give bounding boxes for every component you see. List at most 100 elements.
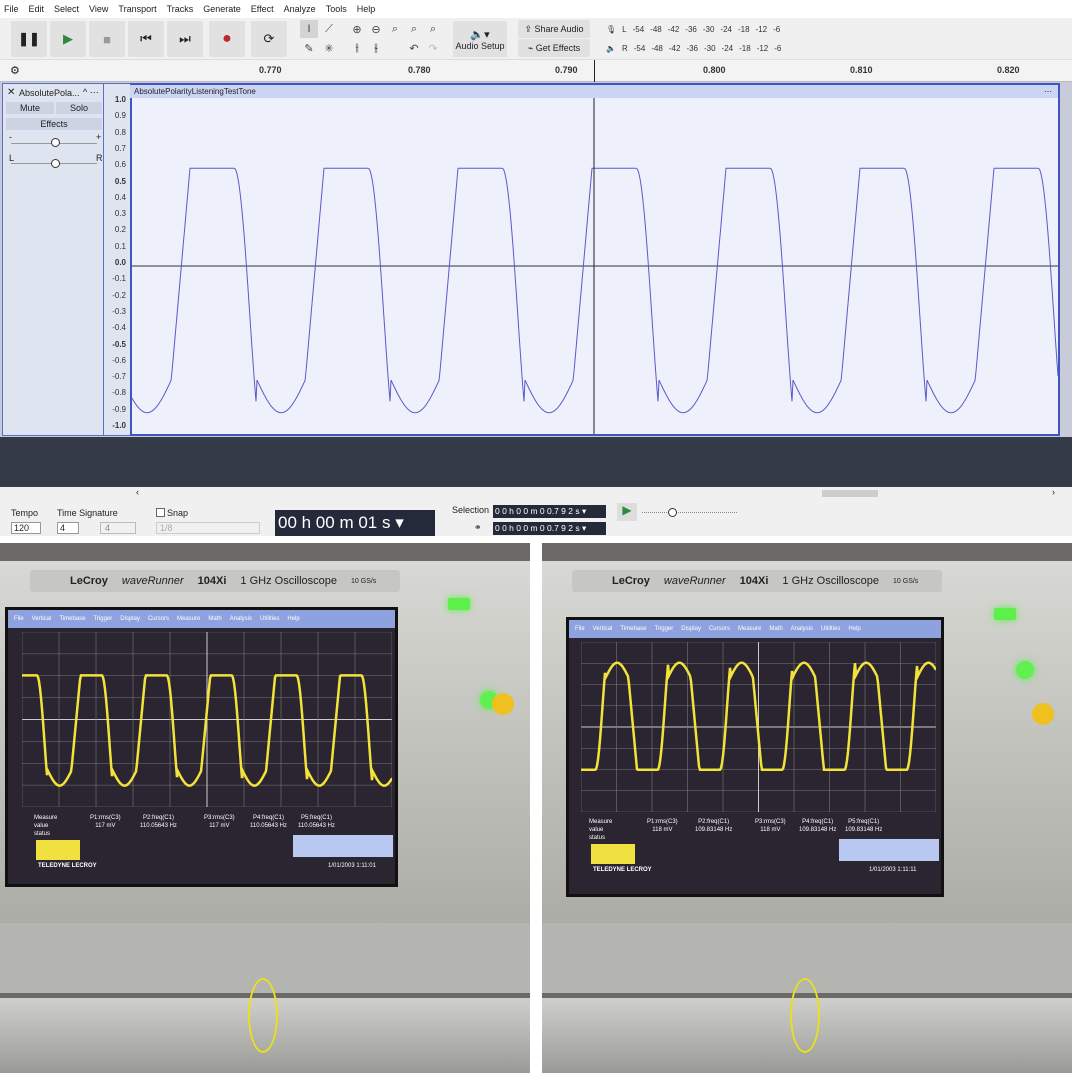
menu-tracks[interactable]: Tracks <box>167 4 194 14</box>
time-sig-numerator[interactable]: 4 <box>57 522 79 534</box>
scope-menu: File Vertical Timebase Trigger Display Cursor… <box>8 610 395 628</box>
menu-effect[interactable]: Effect <box>251 4 274 14</box>
meter-tick: -12 <box>756 43 769 53</box>
speed-slider-thumb[interactable] <box>668 508 677 517</box>
menu-generate[interactable]: Generate <box>203 4 241 14</box>
get-effects-button[interactable]: ⌁ Get Effects <box>518 39 590 57</box>
collapse-icon[interactable]: ^ ⋯ <box>83 87 99 98</box>
skip-end-button[interactable]: ⏭ <box>167 21 203 57</box>
horizontal-scrollbar[interactable]: ‹ › <box>0 487 1072 500</box>
waveform-view[interactable] <box>130 83 1060 436</box>
scope-menu-item: Analysis <box>790 626 814 632</box>
multi-tool[interactable]: ✳ <box>320 39 338 57</box>
param-value: 117 mV <box>95 823 116 829</box>
effects-button[interactable]: Effects <box>6 118 102 130</box>
brand-logo: LeCroy <box>70 575 108 587</box>
touch-screen-led <box>994 608 1016 620</box>
loop-button[interactable]: ⟳ <box>251 21 287 57</box>
solo-button[interactable]: Solo <box>56 102 102 114</box>
scope-footer: TELEDYNE LECROY <box>38 863 97 869</box>
skip-start-button[interactable]: ⏮ <box>128 21 164 57</box>
scope-trace-area <box>22 632 392 807</box>
tempo-input[interactable]: 120 <box>11 522 41 534</box>
amplitude-scale: 1.0 0.9 0.8 0.7 0.6 0.5 0.4 0.3 0.2 0.1 0.0 -0.1 -0.… <box>104 83 130 436</box>
menu-file[interactable]: File <box>4 4 19 14</box>
menu-view[interactable]: View <box>89 4 108 14</box>
timeline-ruler[interactable]: ⚙ 0.770 0.780 0.790 0.800 0.810 0.820 <box>0 60 1072 82</box>
play-at-speed-button[interactable]: ▶ <box>617 503 637 521</box>
param-value: 110.05643 Hz <box>140 823 177 829</box>
redo-button[interactable]: ↷ <box>424 39 442 57</box>
snap-select[interactable]: 1/8 <box>156 522 260 534</box>
envelope-tool[interactable]: ⟋ <box>320 20 338 38</box>
menu-select[interactable]: Select <box>54 4 79 14</box>
snap-checkbox[interactable] <box>156 508 165 517</box>
menu-edit[interactable]: Edit <box>29 4 45 14</box>
time-sig-denominator[interactable]: 4 <box>100 522 136 534</box>
meter-tick: -24 <box>721 43 734 53</box>
playback-meter[interactable]: 🔈 R -54 -48 -42 -36 -30 -24 -18 -12 -6 <box>606 39 796 57</box>
record-meter[interactable]: 🎙 L -54 -48 -42 -36 -30 -24 -18 -12 -6 <box>606 20 796 38</box>
close-track-icon[interactable]: ✕ <box>7 87 15 98</box>
clip-menu-icon[interactable]: ⋯ <box>1044 85 1052 98</box>
stop-button[interactable]: ■ <box>89 21 125 57</box>
zoom-toggle-button[interactable]: ⌕ <box>424 20 442 38</box>
gain-slider-thumb[interactable] <box>51 138 60 147</box>
selection-end[interactable]: 0 0 h 0 0 m 0 0.7 9 2 s ▾ <box>493 522 606 535</box>
record-button[interactable]: ● <box>209 21 245 57</box>
scope-menu-item: Measure <box>737 626 762 632</box>
scope-description: 1 GHz Oscilloscope <box>240 575 338 587</box>
gear-icon[interactable]: ⚙ <box>10 64 20 77</box>
scope-menu-item: Utilities <box>260 616 280 622</box>
binoculars-icon[interactable]: ⚭ <box>474 522 482 533</box>
amplifier <box>0 978 530 1073</box>
track-name[interactable]: AbsolutePola... <box>19 88 80 98</box>
pause-button[interactable]: ❚❚ <box>11 21 47 57</box>
scope-menu-item: Display <box>681 626 701 632</box>
scroll-thumb[interactable] <box>822 490 878 497</box>
draw-tool[interactable]: ✎ <box>300 39 318 57</box>
scroll-left-icon[interactable]: ‹ <box>136 487 139 497</box>
clip-header[interactable]: AbsolutePolarityListeningTestTone ⋯ <box>130 85 1058 98</box>
selection-tool[interactable]: I <box>300 20 318 38</box>
audio-setup-button[interactable]: 🔈▾ Audio Setup <box>453 21 507 57</box>
scroll-right-icon[interactable]: › <box>1052 487 1055 497</box>
time-display[interactable]: 00 h 00 m 01 s ▾ <box>275 510 435 536</box>
scope-menu-item: Trigger <box>93 616 113 622</box>
pause-icon: ❚❚ <box>18 31 40 46</box>
mute-button[interactable]: Mute <box>6 102 54 114</box>
fit-project-button[interactable]: ⌕ <box>405 20 423 38</box>
play-button[interactable]: ▶ <box>50 21 86 57</box>
selection-end-value: 0 0 h 0 0 m 0 0.7 9 2 s <box>495 523 580 533</box>
channel-badge <box>36 840 80 860</box>
skip-start-icon: ⏮ <box>140 31 152 46</box>
loop-icon: ⟳ <box>263 31 275 46</box>
silence-button[interactable]: ⫳ <box>367 39 385 57</box>
scale-label: 0.5 <box>114 176 126 186</box>
redo-icon: ↷ <box>428 42 438 55</box>
selection-start[interactable]: 0 0 h 0 0 m 0 0.7 9 2 s ▾ <box>493 505 606 518</box>
zoom-in-button[interactable]: ⊕ <box>348 20 366 38</box>
oscilloscope-photo-left: LeCroy waveRunner 104Xi 1 GHz Oscilloscope 1… <box>0 543 530 1073</box>
playhead[interactable] <box>594 60 595 82</box>
scope-menu-item: Math <box>208 616 222 622</box>
menu-help[interactable]: Help <box>357 4 376 14</box>
model-name: waveRunner <box>121 575 184 587</box>
fit-selection-button[interactable]: ⌕ <box>386 20 404 38</box>
undo-button[interactable]: ↶ <box>405 39 423 57</box>
speed-slider[interactable] <box>642 512 737 513</box>
trim-icon: ⫲ <box>355 41 359 54</box>
menu-tools[interactable]: Tools <box>326 4 347 14</box>
share-audio-button[interactable]: ⇪ Share Audio <box>518 20 590 38</box>
menu-analyze[interactable]: Analyze <box>284 4 316 14</box>
pan-l: L <box>9 153 15 163</box>
empty-track-area <box>0 437 1072 487</box>
model-number: 104Xi <box>197 575 227 587</box>
trim-button[interactable]: ⫲ <box>348 39 366 57</box>
menu-transport[interactable]: Transport <box>118 4 156 14</box>
zoom-out-button[interactable]: ⊖ <box>367 20 385 38</box>
scale-label: -0.7 <box>112 372 126 382</box>
play-icon: ▶ <box>63 31 73 46</box>
pan-slider-thumb[interactable] <box>51 159 60 168</box>
speaker-icon: 🔈▾ <box>470 28 490 41</box>
